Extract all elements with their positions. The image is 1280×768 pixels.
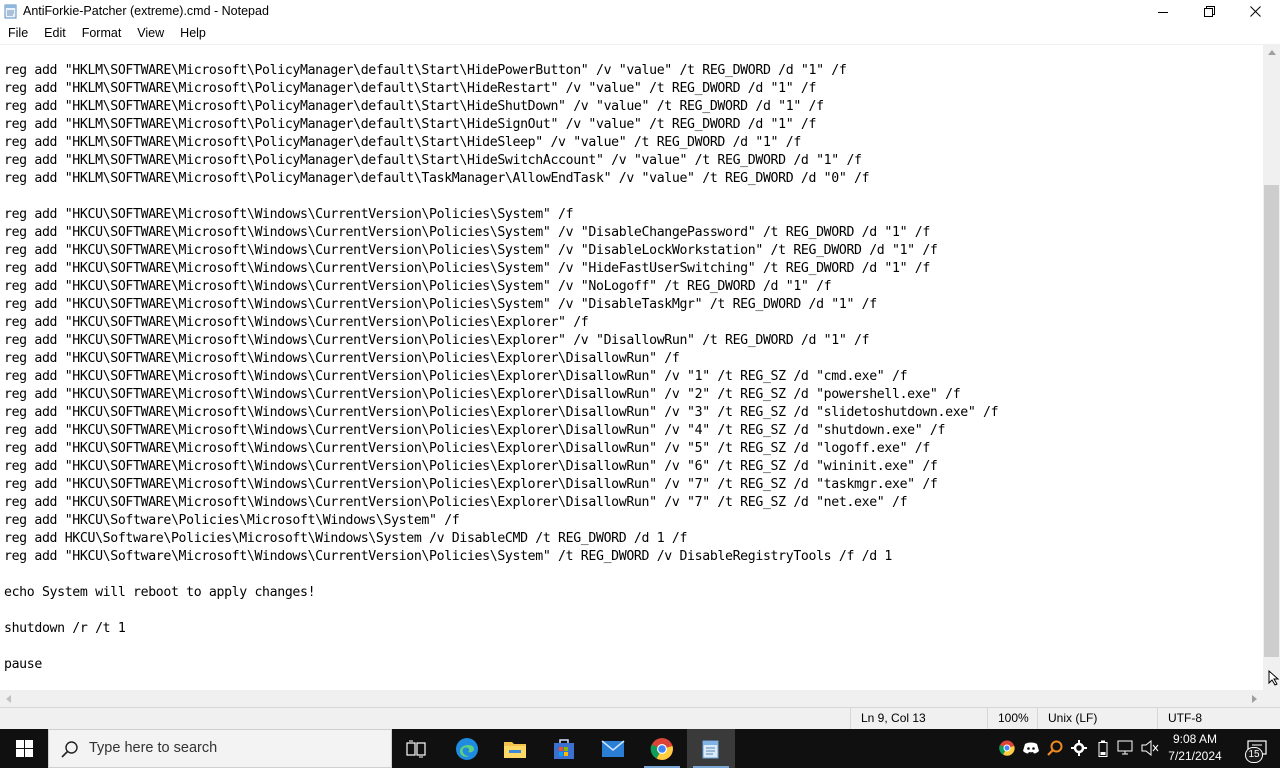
code-line[interactable]: reg add "HKCU\SOFTWARE\Microsoft\Windows… [4,458,998,476]
cursor-icon [1268,670,1280,686]
code-line[interactable]: reg add "HKCU\SOFTWARE\Microsoft\Windows… [4,476,998,494]
text-editor[interactable]: reg add "HKLM\SOFTWARE\Microsoft\PolicyM… [0,44,1263,690]
file-explorer-button[interactable] [491,729,539,768]
code-line[interactable]: reg add "HKCU\SOFTWARE\Microsoft\Windows… [4,404,999,422]
mail-icon [601,739,625,757]
code-line[interactable] [4,638,998,656]
code-line[interactable]: reg add "HKCU\SOFTWARE\Microsoft\Windows… [4,332,998,350]
menu-edit[interactable]: Edit [36,23,74,43]
scroll-left-button[interactable] [0,690,17,707]
search-icon [61,740,79,763]
code-line[interactable]: reg add "HKLM\SOFTWARE\Microsoft\PolicyM… [4,152,998,170]
windows-logo-icon [15,740,33,757]
taskbar-clock[interactable]: 9:08 AM 7/21/2024 [1162,731,1228,765]
code-line[interactable]: reg add HKCU\Software\Policies\Microsoft… [4,530,998,548]
code-line[interactable]: reg add "HKLM\SOFTWARE\Microsoft\PolicyM… [4,80,998,98]
status-bar: Ln 9, Col 13 100% Unix (LF) UTF-8 [0,707,1280,729]
restore-button[interactable] [1186,0,1232,23]
chevron-up-icon [1267,50,1276,55]
taskbar: Type here to search 9:08 AM 7/21/2024 15 [0,729,1280,768]
menu-view[interactable]: View [129,23,172,43]
clock-date: 7/21/2024 [1168,749,1222,763]
code-line[interactable]: reg add "HKCU\SOFTWARE\Microsoft\Windows… [4,224,998,242]
code-line[interactable]: reg add "HKLM\SOFTWARE\Microsoft\PolicyM… [4,170,998,188]
code-line[interactable]: reg add "HKLM\SOFTWARE\Microsoft\PolicyM… [4,98,998,116]
code-line[interactable]: reg add "HKCU\SOFTWARE\Microsoft\Windows… [4,386,998,404]
code-line[interactable]: echo System will reboot to apply changes… [4,584,998,602]
zoom-level: 100% [987,708,1029,729]
volume-tray-icon[interactable] [1141,739,1159,757]
code-line[interactable] [4,188,998,206]
chrome-tray-icon[interactable] [998,739,1016,757]
scroll-right-button[interactable] [1246,690,1263,707]
line-ending: Unix (LF) [1037,708,1097,729]
search-placeholder: Type here to search [89,740,218,756]
code-line[interactable]: reg add "HKCU\Software\Microsoft\Windows… [4,548,998,566]
minimize-button[interactable] [1140,0,1186,23]
task-view-button[interactable] [392,729,440,768]
code-line[interactable]: pause [4,656,998,674]
code-line[interactable] [4,566,998,584]
menu-help[interactable]: Help [172,23,214,43]
chrome-icon [650,737,673,760]
discord-tray-icon[interactable] [1022,739,1040,757]
settings-tray-icon[interactable] [1070,739,1088,757]
start-button[interactable] [0,729,48,768]
code-line[interactable] [4,602,998,620]
code-line[interactable]: reg add "HKCU\Software\Policies\Microsof… [4,512,998,530]
vertical-scroll-thumb[interactable] [1264,185,1279,657]
code-line[interactable]: reg add "HKCU\SOFTWARE\Microsoft\Windows… [4,206,998,224]
notepad-app-icon [4,4,18,19]
search-tray-icon[interactable] [1046,739,1064,757]
restore-icon [1203,6,1215,17]
notepad-button[interactable] [687,729,735,768]
code-line[interactable]: reg add "HKLM\SOFTWARE\Microsoft\PolicyM… [4,62,998,80]
edge-button[interactable] [443,729,491,768]
edge-icon [456,737,478,760]
minimize-icon [1158,11,1168,13]
notification-count-badge: 15 [1245,747,1263,763]
menu-format[interactable]: Format [74,23,130,43]
chrome-button[interactable] [638,729,686,768]
network-tray-icon[interactable] [1117,739,1135,757]
clock-time: 9:08 AM [1172,732,1218,746]
code-line[interactable]: reg add "HKCU\SOFTWARE\Microsoft\Windows… [4,422,998,440]
horizontal-scrollbar[interactable] [0,690,1263,707]
close-button[interactable] [1232,0,1278,23]
file-explorer-icon [504,741,526,758]
code-line[interactable]: reg add "HKCU\SOFTWARE\Microsoft\Windows… [4,494,998,512]
store-button[interactable] [540,729,588,768]
code-line[interactable]: reg add "HKCU\SOFTWARE\Microsoft\Windows… [4,368,998,386]
chevron-left-icon [6,694,11,703]
battery-tray-icon[interactable] [1094,739,1112,757]
code-line[interactable]: reg add "HKCU\SOFTWARE\Microsoft\Windows… [4,440,998,458]
code-line[interactable]: reg add "HKCU\SOFTWARE\Microsoft\Windows… [4,242,998,260]
code-line[interactable]: reg add "HKCU\SOFTWARE\Microsoft\Windows… [4,350,998,368]
mail-button[interactable] [589,729,637,768]
code-line[interactable]: shutdown /r /t 1 [4,620,998,638]
menu-bar: File Edit Format View Help [0,23,1280,43]
store-icon [554,738,574,759]
code-line[interactable]: reg add "HKCU\SOFTWARE\Microsoft\Windows… [4,260,998,278]
menu-file[interactable]: File [0,23,36,43]
chevron-right-icon [1252,694,1257,703]
code-line[interactable]: reg add "HKCU\SOFTWARE\Microsoft\Windows… [4,278,998,296]
close-icon [1249,6,1261,17]
taskbar-search-box[interactable]: Type here to search [48,729,392,768]
notepad-icon [702,740,719,758]
title-bar[interactable]: AntiForkie-Patcher (extreme).cmd - Notep… [0,0,1280,23]
code-line[interactable]: reg add "HKCU\SOFTWARE\Microsoft\Windows… [4,296,998,314]
task-view-icon [406,740,426,757]
code-line[interactable]: reg add "HKCU\SOFTWARE\Microsoft\Windows… [4,314,998,332]
window-title: AntiForkie-Patcher (extreme).cmd - Notep… [23,4,269,18]
cursor-position: Ln 9, Col 13 [850,708,926,729]
scrollbar-corner [1263,670,1280,707]
encoding: UTF-8 [1157,708,1202,729]
scroll-up-button[interactable] [1263,44,1280,61]
code-line[interactable]: reg add "HKLM\SOFTWARE\Microsoft\PolicyM… [4,116,998,134]
editor-content[interactable]: reg add "HKLM\SOFTWARE\Microsoft\PolicyM… [4,62,999,674]
code-line[interactable]: reg add "HKLM\SOFTWARE\Microsoft\PolicyM… [4,134,998,152]
